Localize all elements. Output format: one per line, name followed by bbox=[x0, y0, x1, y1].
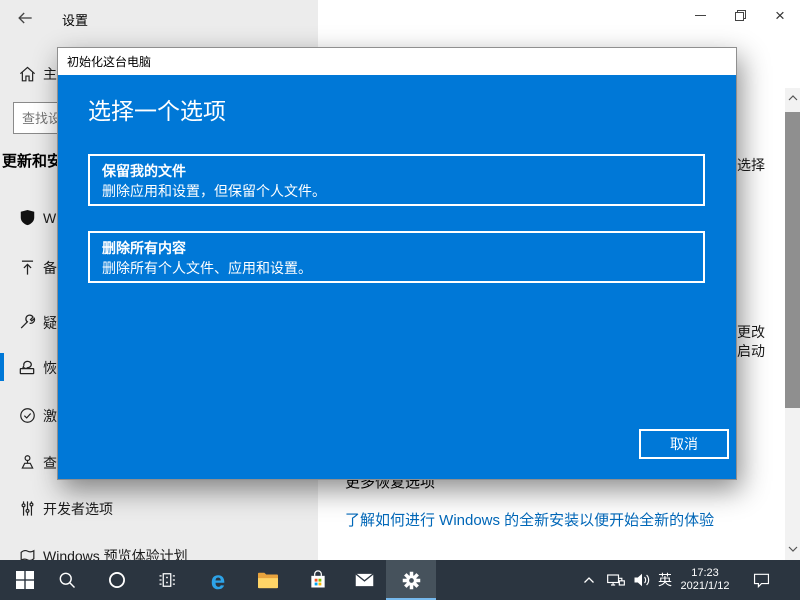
scrollbar[interactable] bbox=[785, 88, 800, 560]
reset-pc-dialog: 初始化这台电脑 选择一个选项 保留我的文件 删除应用和设置，但保留个人文件。 删… bbox=[57, 47, 737, 480]
minimize-icon bbox=[695, 15, 706, 16]
file-explorer-button[interactable] bbox=[247, 560, 289, 600]
desktop-screen: 设置 主页 更新和安全 Windows 安全中心 备份 疑难解答 bbox=[0, 0, 800, 600]
content-fragment: 选择 bbox=[737, 155, 765, 175]
option-keep-my-files[interactable]: 保留我的文件 删除应用和设置，但保留个人文件。 bbox=[88, 154, 705, 206]
tray-show-hidden-button[interactable] bbox=[576, 560, 602, 600]
sidebar-item-developer-options[interactable]: 开发者选项 bbox=[0, 493, 318, 523]
content-fragment: 更改 bbox=[737, 322, 765, 342]
option-remove-everything[interactable]: 删除所有内容 删除所有个人文件、应用和设置。 bbox=[88, 231, 705, 283]
cortana-icon bbox=[107, 570, 127, 590]
dialog-titlebar[interactable]: 初始化这台电脑 bbox=[58, 48, 736, 75]
ime-indicator[interactable]: 英 bbox=[652, 560, 678, 600]
network-tray-button[interactable] bbox=[602, 560, 630, 600]
ime-label: 英 bbox=[658, 570, 672, 590]
mail-button[interactable] bbox=[343, 560, 385, 600]
scrollbar-down-icon[interactable] bbox=[785, 541, 800, 556]
taskbar-search-button[interactable] bbox=[46, 560, 88, 600]
taskbar-clock[interactable]: 17:23 2021/1/12 bbox=[676, 560, 734, 600]
cancel-button[interactable]: 取消 bbox=[639, 429, 729, 459]
start-button[interactable] bbox=[4, 560, 46, 600]
back-arrow-icon bbox=[15, 8, 35, 28]
backup-icon bbox=[15, 255, 39, 279]
sidebar-item-label: 开发者选项 bbox=[43, 499, 113, 519]
selected-accent-bar bbox=[0, 353, 4, 381]
content-fragment: 启动 bbox=[737, 341, 765, 361]
restore-icon bbox=[734, 9, 747, 22]
shield-icon bbox=[15, 205, 39, 229]
action-center-button[interactable] bbox=[744, 560, 778, 600]
action-center-icon bbox=[752, 572, 771, 589]
scrollbar-up-icon[interactable] bbox=[785, 90, 800, 105]
clock-time: 17:23 bbox=[691, 567, 719, 580]
wrench-icon bbox=[15, 310, 39, 334]
windows-logo-icon bbox=[16, 571, 34, 589]
fresh-start-link[interactable]: 了解如何进行 Windows 的全新安装以便开始全新的体验 bbox=[345, 509, 714, 530]
gear-icon bbox=[401, 570, 422, 591]
recovery-icon bbox=[15, 355, 39, 379]
task-view-button[interactable] bbox=[146, 560, 188, 600]
option-description: 删除所有个人文件、应用和设置。 bbox=[102, 258, 691, 278]
folder-icon bbox=[257, 570, 279, 590]
edge-icon: e bbox=[211, 565, 225, 596]
mail-icon bbox=[354, 571, 375, 589]
location-icon bbox=[15, 450, 39, 474]
scrollbar-thumb[interactable] bbox=[785, 112, 800, 408]
window-controls: × bbox=[680, 0, 800, 32]
dialog-heading: 选择一个选项 bbox=[88, 92, 226, 126]
network-icon bbox=[606, 571, 626, 589]
check-circle-icon bbox=[15, 403, 39, 427]
window-title: 设置 bbox=[62, 10, 88, 29]
chevron-up-icon bbox=[583, 575, 595, 585]
task-view-icon bbox=[157, 570, 177, 590]
option-title: 删除所有内容 bbox=[102, 238, 691, 258]
store-button[interactable] bbox=[297, 560, 339, 600]
home-icon bbox=[15, 62, 39, 86]
minimize-button[interactable] bbox=[680, 0, 720, 30]
close-button[interactable]: × bbox=[760, 0, 800, 30]
close-icon: × bbox=[775, 7, 785, 24]
search-icon bbox=[57, 570, 77, 590]
taskbar: e 英 17:23 2021/1/12 bbox=[0, 560, 800, 600]
cortana-button[interactable] bbox=[96, 560, 138, 600]
option-title: 保留我的文件 bbox=[102, 161, 691, 181]
dialog-title: 初始化这台电脑 bbox=[67, 53, 151, 70]
speaker-icon bbox=[632, 571, 652, 589]
option-description: 删除应用和设置，但保留个人文件。 bbox=[102, 181, 691, 201]
restore-button[interactable] bbox=[720, 0, 760, 30]
store-icon bbox=[308, 570, 328, 590]
clock-date: 2021/1/12 bbox=[681, 580, 730, 593]
edge-button[interactable]: e bbox=[197, 560, 239, 600]
settings-taskbar-button[interactable] bbox=[386, 560, 436, 600]
developer-icon bbox=[15, 496, 39, 520]
back-button[interactable] bbox=[12, 6, 38, 30]
